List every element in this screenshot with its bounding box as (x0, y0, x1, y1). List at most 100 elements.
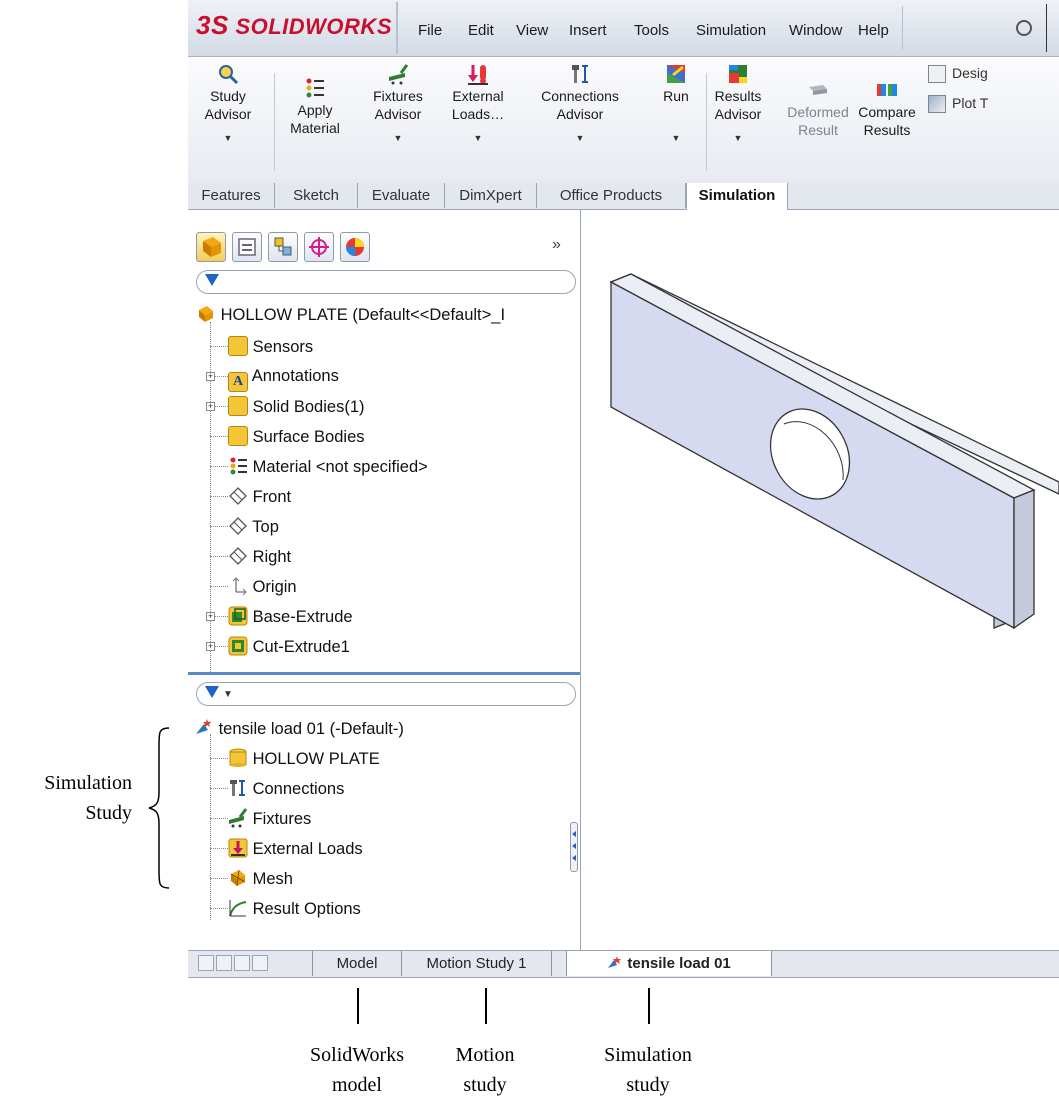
tree-item-surface-bodies[interactable]: Surface Bodies (228, 426, 365, 447)
menu-help[interactable]: Help (858, 22, 889, 39)
pane-collapse-handle[interactable] (570, 822, 578, 872)
tree-item-label: Sensors (252, 338, 314, 356)
pointer-line (357, 988, 359, 1024)
menu-simulation[interactable]: Simulation (696, 22, 766, 39)
tree-item-label: HOLLOW PLATE (252, 750, 380, 768)
study-item-fixtures[interactable]: Fixtures (228, 808, 311, 829)
connections-advisor-button[interactable]: Connections Advisor ▼ (534, 63, 626, 147)
menu-tools[interactable]: Tools (634, 22, 669, 39)
tree-connector (210, 526, 228, 527)
pointer-line (485, 988, 487, 1024)
chevron-down-icon[interactable]: ▼ (223, 689, 233, 700)
dropdown-arrow-icon[interactable]: ▼ (712, 129, 764, 147)
more-tabs-chevron[interactable]: » (552, 236, 561, 254)
menu-view[interactable]: View (516, 22, 548, 39)
tab-features[interactable]: Features (188, 183, 275, 208)
menu-file[interactable]: File (418, 22, 442, 39)
deformed-result-icon (809, 85, 827, 95)
plot-tools-button[interactable]: Plot T (928, 95, 988, 114)
external-loads-label-2: Loads… (451, 106, 505, 122)
tree-item-front-plane[interactable]: Front (228, 486, 291, 507)
feature-filter-input[interactable] (196, 270, 576, 294)
design-insight-button[interactable]: Desig (928, 65, 988, 84)
study-item-part[interactable]: HOLLOW PLATE (228, 748, 380, 769)
deformed-result-button[interactable]: Deformed Result (786, 79, 850, 139)
previous-tab-button[interactable] (216, 955, 232, 971)
results-advisor-button[interactable]: Results Advisor ▼ (712, 63, 764, 147)
feature-manager-icon (203, 237, 221, 257)
command-manager-ribbon: Study Advisor ▼ Apply Material Fixtures … (188, 57, 1059, 184)
feature-tree-tab[interactable] (196, 232, 226, 262)
study-item-mesh[interactable]: Mesh (228, 868, 293, 889)
study-filter-input[interactable]: ▼ (196, 682, 576, 706)
curly-brace (148, 727, 170, 889)
tab-simulation-study-label: tensile load 01 (627, 955, 731, 972)
tab-sketch[interactable]: Sketch (275, 183, 358, 208)
study-advisor-label-2: Advisor (204, 106, 252, 122)
tree-item-annotations[interactable]: A Annotations (228, 366, 339, 392)
tree-item-origin[interactable]: Origin (228, 576, 297, 597)
tree-item-cut-extrude[interactable]: Cut-Extrude1 (228, 636, 350, 657)
material-icon (230, 457, 247, 475)
study-icon (608, 956, 622, 968)
tree-item-right-plane[interactable]: Right (228, 546, 291, 567)
graphics-area[interactable] (581, 210, 1059, 950)
tab-evaluate[interactable]: Evaluate (358, 183, 445, 208)
next-tab-button[interactable] (234, 955, 250, 971)
apply-material-button[interactable]: Apply Material (285, 77, 345, 137)
expand-icon[interactable]: + (206, 402, 215, 411)
fixture-icon (389, 64, 409, 85)
study-advisor-button[interactable]: Study Advisor ▼ (202, 63, 254, 147)
tree-item-solid-bodies[interactable]: Solid Bodies(1) (228, 396, 364, 417)
dropdown-arrow-icon[interactable]: ▼ (202, 129, 254, 147)
property-manager-tab[interactable] (232, 232, 262, 262)
menu-edit[interactable]: Edit (468, 22, 494, 39)
tab-model[interactable]: Model (312, 951, 402, 976)
tree-item-base-extrude[interactable]: Base-Extrude (228, 606, 353, 627)
expand-icon[interactable]: + (206, 372, 215, 381)
study-item-result-options[interactable]: Result Options (228, 898, 361, 919)
configuration-manager-tab[interactable] (268, 232, 298, 262)
last-tab-button[interactable] (252, 955, 268, 971)
menu-divider (396, 2, 398, 54)
design-label: Desig (952, 65, 988, 81)
tab-simulation-study[interactable]: tensile load 01 (566, 951, 772, 976)
external-loads-button[interactable]: External Loads… ▼ (450, 63, 506, 147)
hollow-plate-model[interactable] (581, 210, 1059, 950)
tree-item-top-plane[interactable]: Top (228, 516, 279, 537)
dropdown-arrow-icon[interactable]: ▼ (370, 129, 426, 147)
solidworks-logo[interactable]: 3S SOLIDWORKS (196, 10, 392, 41)
tree-item-sensors[interactable]: Sensors (228, 336, 313, 357)
filter-icon (205, 686, 219, 698)
tree-connector (215, 646, 228, 647)
menu-window[interactable]: Window (789, 22, 842, 39)
tree-item-label: External Loads (252, 840, 363, 858)
caption-line-2: study (463, 1074, 507, 1096)
expand-icon[interactable]: + (206, 612, 215, 621)
first-tab-button[interactable] (198, 955, 214, 971)
expand-icon[interactable]: + (206, 642, 215, 651)
tab-dimxpert[interactable]: DimXpert (445, 183, 537, 208)
dimxpert-manager-tab[interactable] (304, 232, 334, 262)
results-advisor-label-1: Results (714, 88, 762, 104)
menu-insert[interactable]: Insert (569, 22, 607, 39)
dropdown-arrow-icon[interactable]: ▼ (450, 129, 506, 147)
tab-office-products[interactable]: Office Products (537, 183, 686, 208)
callout-line-2: Study (85, 802, 132, 824)
compare-results-button[interactable]: Compare Results (858, 79, 916, 139)
study-root[interactable]: tensile load 01 (-Default-) (194, 718, 404, 739)
pushpin-icon[interactable] (1016, 20, 1032, 36)
dropdown-arrow-icon[interactable]: ▼ (659, 129, 693, 147)
display-manager-tab[interactable] (340, 232, 370, 262)
run-button[interactable]: Run ▼ (659, 63, 693, 147)
tab-simulation[interactable]: Simulation (686, 183, 788, 210)
study-item-external-loads[interactable]: External Loads (228, 838, 363, 859)
tree-root-part[interactable]: HOLLOW PLATE (Default<<Default>_I (196, 304, 505, 325)
tree-connector (210, 466, 228, 467)
fixtures-advisor-button[interactable]: Fixtures Advisor ▼ (370, 63, 426, 147)
dropdown-arrow-icon[interactable]: ▼ (534, 129, 626, 147)
pane-splitter[interactable] (188, 672, 580, 675)
tab-motion-study[interactable]: Motion Study 1 (402, 951, 552, 976)
study-item-connections[interactable]: Connections (228, 778, 344, 799)
tree-item-material[interactable]: Material <not specified> (228, 456, 428, 477)
